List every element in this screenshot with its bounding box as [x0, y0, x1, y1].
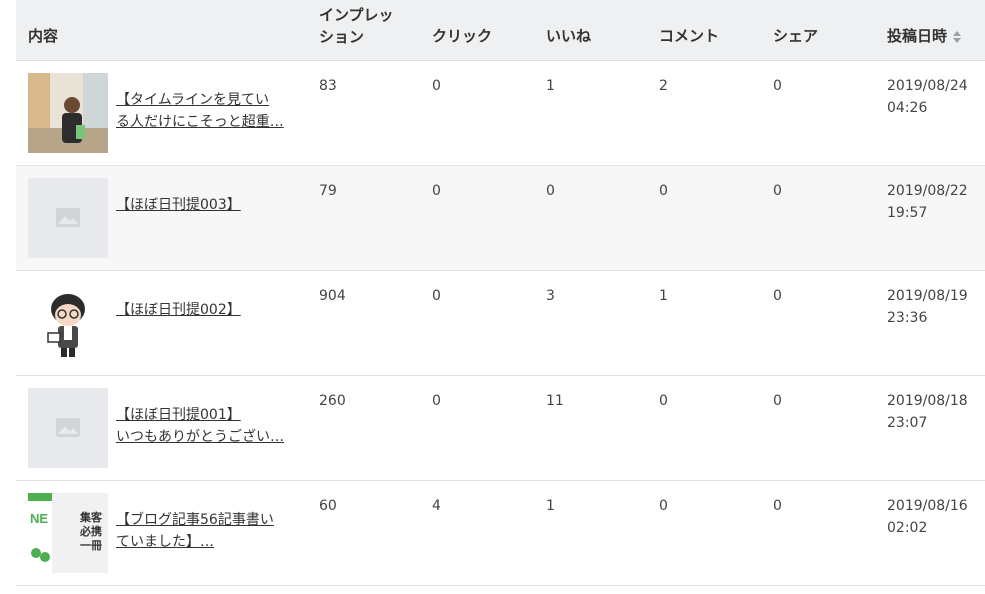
shares-value: 0	[773, 393, 782, 409]
likes-value: 3	[546, 288, 555, 304]
likes-value: 1	[546, 498, 555, 514]
likes-value: 1	[546, 78, 555, 94]
book-brand-text: NE	[30, 511, 48, 526]
comments-value: 0	[659, 393, 668, 409]
post-title-link[interactable]: 【ほぼ日刊提003】	[116, 194, 294, 216]
photo-person-icon	[28, 73, 108, 153]
posts-table: 内容 インプレッ ション クリック いいね コメント シェア 投稿日時 【タイム…	[16, 0, 985, 586]
table-header: 内容 インプレッ ション クリック いいね コメント シェア 投稿日時	[16, 0, 985, 61]
post-title-link[interactable]: 【ほぼ日刊提001】 いつもありがとうござい…	[116, 404, 294, 448]
likes-value: 11	[546, 393, 564, 409]
sort-icon[interactable]	[953, 30, 962, 43]
post-thumbnail[interactable]	[28, 73, 108, 153]
clicks-value: 0	[432, 288, 441, 304]
post-thumbnail[interactable]	[28, 388, 108, 468]
impressions-value: 904	[319, 288, 346, 304]
comments-value: 1	[659, 288, 668, 304]
clicks-value: 0	[432, 183, 441, 199]
impressions-value: 60	[319, 498, 337, 514]
post-title-link[interactable]: 【ブログ記事56記事書い ていました】…	[116, 509, 294, 553]
comments-value: 2	[659, 78, 668, 94]
book-line2-text: 必携	[79, 524, 102, 538]
post-thumbnail[interactable]	[28, 283, 108, 363]
header-content: 内容	[28, 27, 59, 45]
placeholder-image-icon	[28, 388, 108, 468]
comments-value: 0	[659, 183, 668, 199]
placeholder-image-icon	[28, 178, 108, 258]
header-shares[interactable]: シェア	[773, 25, 818, 47]
header-posted-at-label: 投稿日時	[887, 27, 948, 45]
likes-value: 0	[546, 183, 555, 199]
post-title-link[interactable]: 【ほぼ日刊提002】	[116, 299, 294, 321]
table-row: 【ほぼ日刊提001】 いつもありがとうござい… 260 0 11 0 0 201…	[16, 376, 985, 481]
shares-value: 0	[773, 183, 782, 199]
clicks-value: 0	[432, 78, 441, 94]
posted-at-value: 2019/08/16 02:02	[887, 498, 968, 536]
clicks-value: 0	[432, 393, 441, 409]
shares-value: 0	[773, 288, 782, 304]
header-impressions[interactable]: インプレッ ション	[319, 4, 394, 48]
book-line1-text: 集客	[79, 510, 103, 524]
impressions-value: 79	[319, 183, 337, 199]
header-likes[interactable]: いいね	[546, 25, 591, 47]
impressions-value: 83	[319, 78, 337, 94]
post-thumbnail[interactable]: NE 集客 必携 一冊	[28, 493, 108, 573]
header-clicks[interactable]: クリック	[432, 25, 492, 47]
table-row: 【ほぼ日刊提002】 904 0 3 1 0 2019/08/19 23:36	[16, 271, 985, 376]
shares-value: 0	[773, 78, 782, 94]
book-cover-icon: NE 集客 必携 一冊	[28, 493, 108, 573]
shares-value: 0	[773, 498, 782, 514]
posted-at-value: 2019/08/18 23:07	[887, 393, 968, 431]
book-line3-text: 一冊	[80, 539, 102, 552]
posted-at-value: 2019/08/19 23:36	[887, 288, 968, 326]
table-row: 【ほぼ日刊提003】 79 0 0 0 0 2019/08/22 19:57	[16, 166, 985, 271]
table-row: 【タイムラインを見てい る人だけにこそっと超重… 83 0 1 2 0 2019…	[16, 61, 985, 166]
header-posted-at[interactable]: 投稿日時	[887, 25, 962, 47]
posted-at-value: 2019/08/24 04:26	[887, 78, 968, 116]
header-comments[interactable]: コメント	[659, 25, 719, 47]
post-thumbnail[interactable]	[28, 178, 108, 258]
avatar-illustration-icon	[28, 283, 108, 363]
impressions-value: 260	[319, 393, 346, 409]
post-title-link[interactable]: 【タイムラインを見てい る人だけにこそっと超重…	[116, 89, 294, 133]
clicks-value: 4	[432, 498, 441, 514]
table-row: NE 集客 必携 一冊 【ブログ記事56記事書い ていました】… 60 4 1 …	[16, 481, 985, 586]
comments-value: 0	[659, 498, 668, 514]
posted-at-value: 2019/08/22 19:57	[887, 183, 968, 221]
